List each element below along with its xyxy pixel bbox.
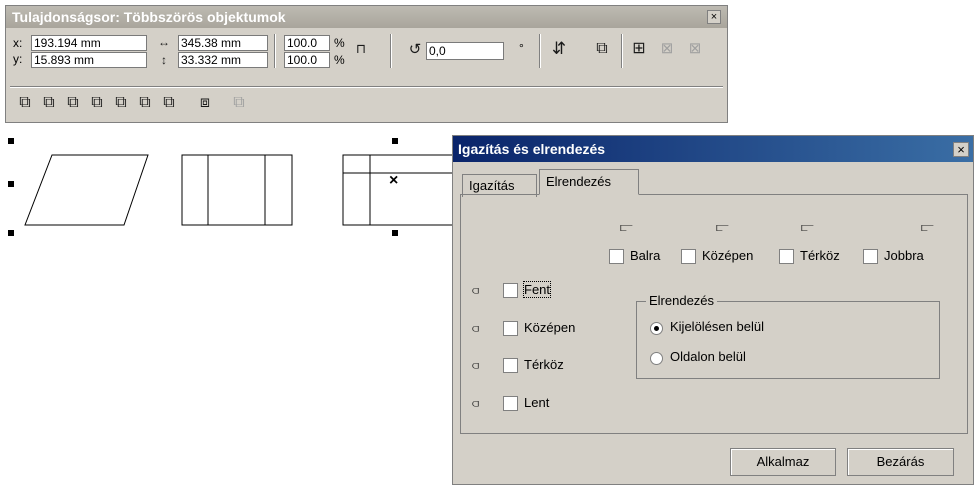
height-icon: ↕ bbox=[161, 53, 167, 67]
radio-kijelolesen-belul[interactable] bbox=[650, 322, 663, 335]
align-distribute-dialog: Igazítás és elrendezés × Igazítás Elrend… bbox=[452, 135, 974, 485]
selection-handle bbox=[392, 138, 398, 144]
label-terkoz-v: Térköz bbox=[524, 357, 564, 372]
apply-button[interactable]: Alkalmaz bbox=[730, 448, 836, 476]
scale-y-input[interactable]: 100.0 bbox=[284, 52, 330, 68]
percent-label: % bbox=[334, 36, 345, 50]
label-terkoz-h: Térköz bbox=[800, 248, 840, 263]
convert-to-curves-icon: ⧉ bbox=[233, 94, 245, 111]
selection-center-mark: × bbox=[389, 172, 399, 189]
width-icon: ↔ bbox=[158, 35, 170, 49]
checkbox-balra[interactable] bbox=[609, 249, 624, 264]
selection-handle bbox=[8, 181, 14, 187]
front-minus-back-icon[interactable]: ⧉ bbox=[110, 94, 132, 116]
group-title: Elrendezés bbox=[646, 293, 718, 308]
property-bar-title: Tulajdonságsor: Többszörös objektumok bbox=[6, 6, 727, 28]
distribute-center-icon: ⫍ bbox=[716, 220, 729, 234]
checkbox-jobbra[interactable] bbox=[863, 249, 878, 264]
property-bar-close-button[interactable]: × bbox=[707, 10, 721, 24]
percent-label: % bbox=[334, 53, 345, 67]
label-balra: Balra bbox=[630, 248, 661, 263]
checkbox-kozepen-v[interactable] bbox=[503, 321, 518, 336]
checkbox-fent[interactable] bbox=[503, 283, 518, 298]
label-kozepen-h: Középen bbox=[702, 248, 754, 263]
close-button[interactable]: Bezárás bbox=[847, 448, 954, 476]
distribute-top-icon: ⫏ bbox=[472, 283, 480, 297]
label-kijelolesen-belul: Kijelölésen belül bbox=[670, 319, 764, 334]
tab-elrendezes[interactable]: Elrendezés bbox=[539, 169, 639, 195]
mirror-icon[interactable]: ⇵ bbox=[547, 40, 571, 62]
distribute-vspacing-icon: ⫏ bbox=[472, 358, 480, 372]
separator bbox=[621, 34, 623, 68]
checkbox-terkoz-v[interactable] bbox=[503, 358, 518, 373]
distribute-to-group bbox=[636, 301, 940, 379]
distribute-spacing-icon: ⫍ bbox=[801, 220, 814, 234]
ungroup-icon: ⊠ bbox=[660, 40, 674, 57]
x-position-input[interactable]: 193.194 mm bbox=[31, 35, 147, 51]
distribute-bottom-icon: ⫏ bbox=[472, 396, 480, 410]
y-label: y: bbox=[13, 52, 23, 66]
checkbox-kozepen-h[interactable] bbox=[681, 249, 696, 264]
label-kozepen-v: Középen bbox=[524, 320, 576, 335]
separator bbox=[539, 34, 541, 68]
back-minus-front-icon[interactable]: ⧉ bbox=[134, 94, 156, 116]
label-jobbra: Jobbra bbox=[884, 248, 924, 263]
boundary-icon[interactable]: ⧉ bbox=[158, 94, 180, 116]
lock-ratio-icon[interactable]: ⊓ bbox=[352, 40, 370, 58]
checkbox-terkoz-h[interactable] bbox=[779, 249, 794, 264]
radio-oldalon-belul[interactable] bbox=[650, 352, 663, 365]
trim-icon[interactable]: ⧉ bbox=[38, 94, 60, 116]
simplify-icon[interactable]: ⧉ bbox=[86, 94, 108, 116]
weld-icon[interactable]: ⧉ bbox=[14, 94, 36, 116]
y-position-input[interactable]: 15.893 mm bbox=[31, 52, 147, 68]
ungroup-all-icon: ⊠ bbox=[688, 40, 702, 57]
rotation-input[interactable]: 0,0 bbox=[426, 42, 504, 60]
drawing-canvas[interactable] bbox=[0, 130, 452, 240]
degree-label: ° bbox=[519, 41, 524, 55]
distribute-right-icon: ⫍ bbox=[921, 220, 934, 234]
property-bar: Tulajdonságsor: Többszörös objektumok × … bbox=[5, 5, 728, 123]
combine-icon[interactable]: ⧉ bbox=[591, 40, 613, 62]
dialog-close-icon[interactable]: × bbox=[953, 142, 969, 157]
selection-handle bbox=[8, 138, 14, 144]
label-oldalon-belul: Oldalon belül bbox=[670, 349, 746, 364]
checkbox-lent[interactable] bbox=[503, 396, 518, 411]
separator bbox=[10, 86, 723, 88]
label-lent: Lent bbox=[524, 395, 550, 410]
height-input[interactable]: 33.332 mm bbox=[178, 52, 268, 68]
selection-handle bbox=[392, 230, 398, 236]
label-fent: Fent bbox=[522, 281, 552, 298]
x-label: x: bbox=[13, 36, 23, 50]
separator bbox=[390, 34, 392, 68]
distribute-middle-icon: ⫏ bbox=[472, 321, 480, 335]
table-shape bbox=[342, 154, 452, 226]
rectangle-shape bbox=[181, 154, 293, 226]
rotate-icon: ↺ bbox=[408, 41, 422, 58]
intersect-icon[interactable]: ⧉ bbox=[62, 94, 84, 116]
width-input[interactable]: 345.38 mm bbox=[178, 35, 268, 51]
scale-x-input[interactable]: 100.0 bbox=[284, 35, 330, 51]
selection-handle bbox=[8, 230, 14, 236]
parallelogram-shape bbox=[24, 154, 149, 226]
separator bbox=[274, 34, 276, 68]
group-icon[interactable]: ⊞ bbox=[628, 40, 650, 62]
dialog-title: Igazítás és elrendezés bbox=[453, 136, 973, 162]
align-distribute-icon[interactable]: ⧈ bbox=[194, 94, 216, 116]
distribute-left-icon: ⫍ bbox=[620, 220, 633, 234]
